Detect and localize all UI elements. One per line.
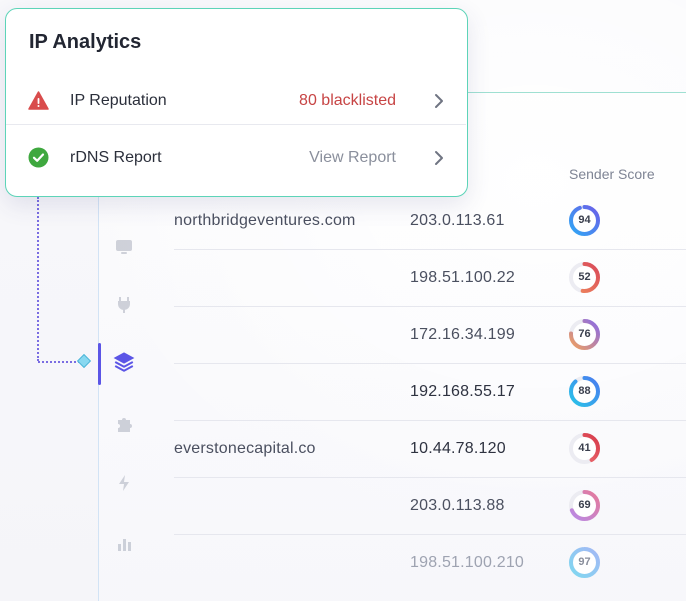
rdns-report-label: rDNS Report <box>70 149 162 166</box>
sender-score-ring: 69 <box>568 489 601 522</box>
sender-score-ring: 88 <box>568 375 601 408</box>
table-row[interactable]: 192.168.55.17 88 <box>174 363 686 420</box>
sender-score-ring: 94 <box>568 204 601 237</box>
table-row[interactable]: 172.16.34.199 76 <box>174 306 686 363</box>
sender-score-value: 69 <box>578 499 591 511</box>
chevron-right-icon[interactable] <box>431 92 447 110</box>
ip-cell: 203.0.113.88 <box>410 497 505 514</box>
domain-cell: northbridgeventures.com <box>174 212 356 229</box>
connector-line-vertical <box>37 197 39 361</box>
ip-cell: 172.16.34.199 <box>410 326 515 343</box>
sender-score-value: 76 <box>578 328 591 340</box>
sender-score-ring: 41 <box>568 432 601 465</box>
domain-cell: everstonecapital.co <box>174 440 316 457</box>
table-row[interactable]: northbridgeventures.com 203.0.113.61 94 <box>174 192 686 249</box>
sender-score-value: 88 <box>578 385 591 397</box>
connector-line-horizontal <box>38 361 80 363</box>
ip-cell: 198.51.100.210 <box>410 554 525 571</box>
warning-triangle-icon <box>28 90 49 111</box>
ip-cell: 203.0.113.61 <box>410 212 505 229</box>
layers-icon[interactable] <box>112 350 136 374</box>
sender-score-value: 52 <box>578 271 591 283</box>
ip-analytics-card: IP Analytics IP Reputation 80 blackliste… <box>5 8 468 197</box>
sender-score-header: Sender Score <box>569 166 655 182</box>
card-title: IP Analytics <box>29 31 142 53</box>
check-circle-icon <box>28 147 49 168</box>
table-row[interactable]: 203.0.113.88 69 <box>174 477 686 534</box>
table-row[interactable]: 198.51.100.210 97 <box>174 534 686 591</box>
bolt-icon[interactable] <box>112 471 136 495</box>
sender-score-ring: 52 <box>568 261 601 294</box>
sender-score-value: 41 <box>578 442 591 454</box>
view-report-link[interactable]: View Report <box>309 127 396 189</box>
sender-score-value: 94 <box>578 214 591 226</box>
chevron-right-icon[interactable] <box>431 149 447 167</box>
ip-reputation-label: IP Reputation <box>70 92 167 109</box>
ip-reputation-row[interactable]: IP Reputation 80 blacklisted <box>6 70 469 132</box>
table-row[interactable]: 198.51.100.22 52 <box>174 249 686 306</box>
sender-score-ring: 76 <box>568 318 601 351</box>
sidebar-active-indicator <box>98 343 101 385</box>
bar-chart-icon[interactable] <box>112 532 136 556</box>
blacklisted-count[interactable]: 80 blacklisted <box>299 70 396 132</box>
ip-cell: 10.44.78.120 <box>410 440 506 457</box>
card-divider <box>6 124 466 125</box>
monitor-icon[interactable] <box>112 235 136 259</box>
plug-icon[interactable] <box>112 293 136 317</box>
sender-score-ring: 97 <box>568 546 601 579</box>
rdns-report-row[interactable]: rDNS Report View Report <box>6 127 469 189</box>
ip-cell: 198.51.100.22 <box>410 269 515 286</box>
ip-cell: 192.168.55.17 <box>410 383 515 400</box>
puzzle-icon[interactable] <box>112 412 136 436</box>
sender-score-value: 97 <box>578 556 591 568</box>
table-row[interactable]: everstonecapital.co 10.44.78.120 41 <box>174 420 686 477</box>
